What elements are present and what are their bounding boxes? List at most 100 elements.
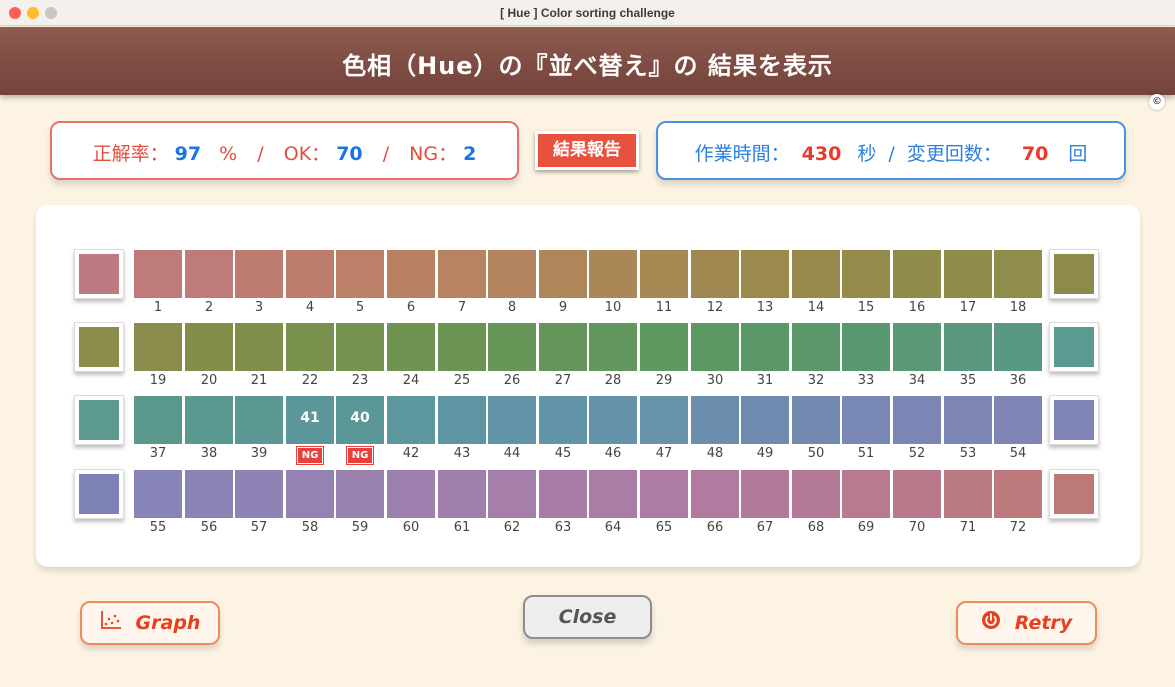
- tile-position-number: 26: [503, 373, 521, 388]
- tile-position-number: 52: [908, 446, 926, 461]
- color-tile: [842, 323, 890, 371]
- color-tile: [640, 323, 688, 371]
- accuracy-value: 97: [174, 143, 202, 165]
- color-tile: [944, 470, 992, 518]
- color-tile: [994, 323, 1042, 371]
- page-title: 色相（Hue）の『並べ替え』の 結果を表示: [342, 52, 833, 80]
- tile-position-number: 18: [1009, 300, 1027, 315]
- color-tile: [640, 396, 688, 444]
- tile-position-number: 55: [149, 520, 167, 535]
- color-tile: [741, 250, 789, 298]
- color-tile: [994, 396, 1042, 444]
- color-tile: [691, 470, 739, 518]
- tile-position-number: 21: [250, 373, 268, 388]
- time-unit: 秒: [857, 143, 877, 165]
- tile-position-number: 30: [706, 373, 724, 388]
- tile-position-number: 56: [200, 520, 218, 535]
- color-tile: [640, 470, 688, 518]
- tile-position-number: 45: [554, 446, 572, 461]
- color-tile: [336, 470, 384, 518]
- color-tile: [185, 250, 233, 298]
- color-tile: [235, 470, 283, 518]
- tile-position-number: 6: [406, 300, 416, 315]
- separator: /: [257, 143, 264, 165]
- reference-swatch-left: [74, 395, 124, 445]
- tile-position-number: 29: [655, 373, 673, 388]
- tile-position-number: 66: [706, 520, 724, 535]
- ng-label: NG：: [409, 143, 458, 165]
- changes-value: 70: [1021, 143, 1049, 165]
- color-tile: [691, 396, 739, 444]
- header-banner: 色相（Hue）の『並べ替え』の 結果を表示 ©: [0, 27, 1175, 110]
- color-tile: [336, 323, 384, 371]
- tile-position-number: 54: [1009, 446, 1027, 461]
- color-tile: [488, 470, 536, 518]
- accuracy-unit: %: [219, 143, 238, 165]
- reference-swatch-left: [74, 249, 124, 299]
- color-tile: 41: [286, 396, 334, 444]
- color-tile: [286, 250, 334, 298]
- tile-position-number: 7: [457, 300, 467, 315]
- color-tile: 40: [336, 396, 384, 444]
- scatter-chart-icon: [100, 604, 122, 644]
- reference-swatch-right: [1049, 249, 1099, 299]
- color-tile: [792, 250, 840, 298]
- color-tile: [134, 470, 182, 518]
- placed-tile-number: 40: [350, 410, 370, 426]
- window-title: [ Hue ] Color sorting challenge: [500, 6, 675, 20]
- copyright-icon[interactable]: ©: [1149, 94, 1165, 110]
- tile-position-number: 36: [1009, 373, 1027, 388]
- color-tile: [438, 470, 486, 518]
- color-tile: [438, 396, 486, 444]
- tile-position-number: 67: [756, 520, 774, 535]
- tile-position-number: 11: [655, 300, 673, 315]
- color-tile: [842, 250, 890, 298]
- tile-position-number: 72: [1009, 520, 1027, 535]
- ng-badge: NG: [346, 446, 374, 465]
- report-results-button[interactable]: 結果報告: [535, 131, 639, 170]
- tile-position-number: 48: [706, 446, 724, 461]
- color-tile: [589, 250, 637, 298]
- tile-position-number: 57: [250, 520, 268, 535]
- color-tile: [488, 250, 536, 298]
- color-tile: [235, 323, 283, 371]
- color-tile: [387, 396, 435, 444]
- placed-tile-number: 41: [300, 410, 320, 426]
- color-tile: [539, 250, 587, 298]
- ng-badge: NG: [296, 446, 324, 465]
- tile-position-number: 63: [554, 520, 572, 535]
- color-tile: [893, 250, 941, 298]
- color-tile: [741, 323, 789, 371]
- tile-position-number: 19: [149, 373, 167, 388]
- graph-label: Graph: [135, 612, 201, 634]
- reference-swatch-left: [74, 469, 124, 519]
- tile-position-number: 9: [558, 300, 568, 315]
- tile-position-number: 64: [604, 520, 622, 535]
- tile-position-number: 60: [402, 520, 420, 535]
- retry-button[interactable]: Retry: [956, 601, 1097, 645]
- reference-swatch-right: [1049, 322, 1099, 372]
- color-tile: [994, 470, 1042, 518]
- reference-swatch-left: [74, 322, 124, 372]
- graph-button[interactable]: Graph: [80, 601, 220, 645]
- tile-position-number: 69: [857, 520, 875, 535]
- tile-position-number: 31: [756, 373, 774, 388]
- tile-position-number: 38: [200, 446, 218, 461]
- time-label: 作業時間：: [694, 143, 790, 165]
- tile-position-number: 14: [807, 300, 825, 315]
- power-icon: [981, 604, 1001, 644]
- tile-position-number: 20: [200, 373, 218, 388]
- tile-position-number: 24: [402, 373, 420, 388]
- tile-position-number: 12: [706, 300, 724, 315]
- color-tile: [185, 323, 233, 371]
- color-tile: [539, 396, 587, 444]
- color-tile: [842, 470, 890, 518]
- tile-position-number: 71: [959, 520, 977, 535]
- color-tile: [235, 250, 283, 298]
- close-button[interactable]: Close: [523, 595, 652, 639]
- tile-position-number: 39: [250, 446, 268, 461]
- tile-position-number: 46: [604, 446, 622, 461]
- score-summary: 正解率： 97 % / OK： 70 / NG： 2: [50, 121, 519, 180]
- accuracy-label: 正解率：: [92, 143, 169, 165]
- color-tile: [691, 323, 739, 371]
